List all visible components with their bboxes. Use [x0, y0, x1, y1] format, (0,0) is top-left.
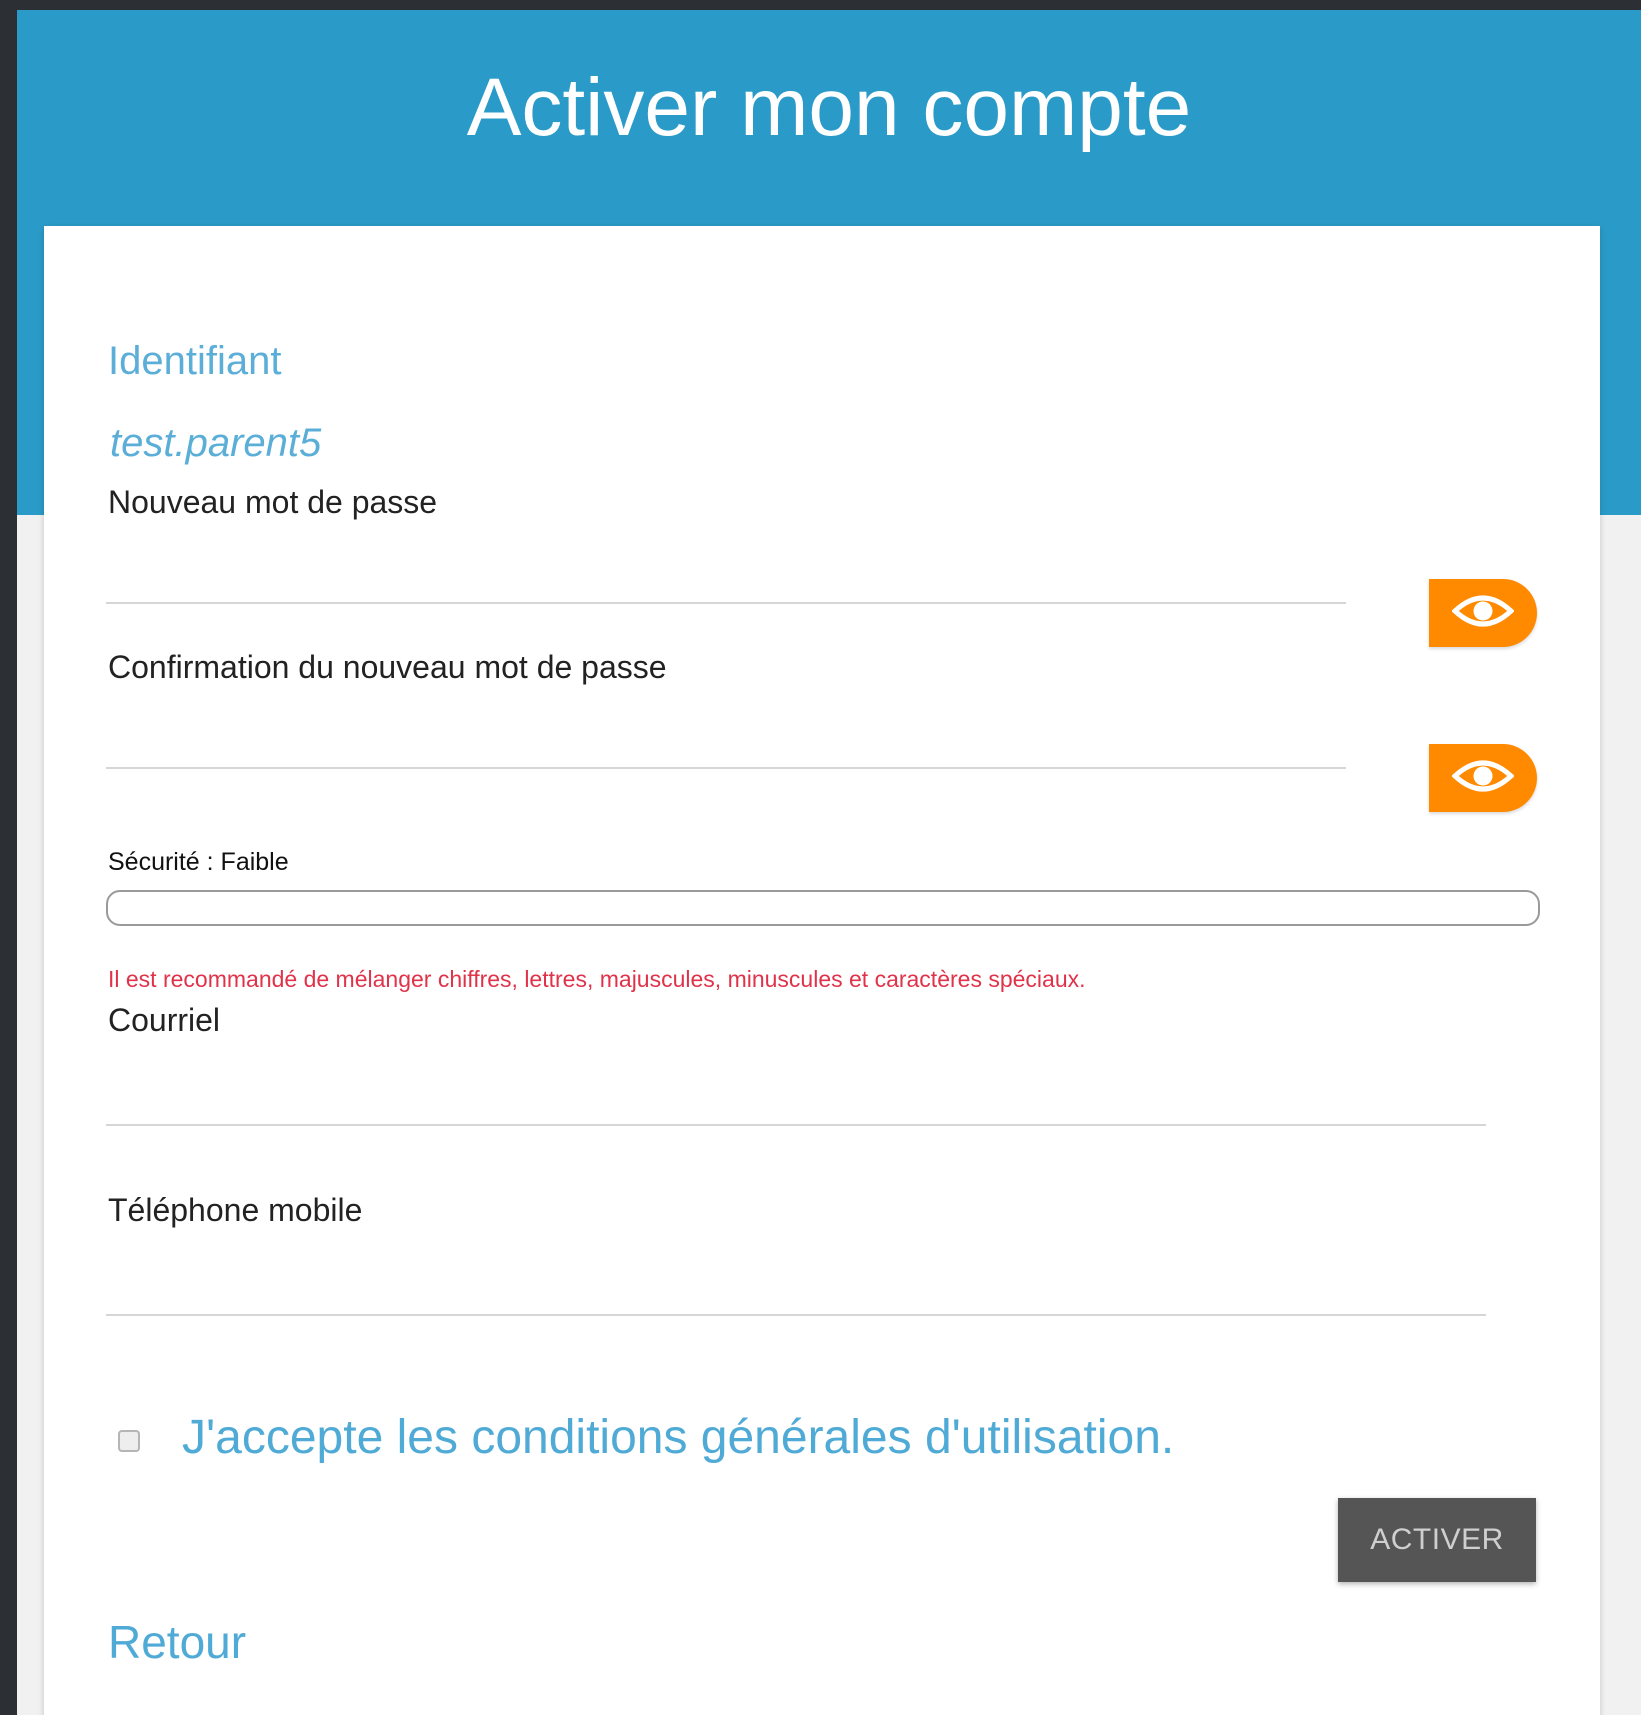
eye-icon — [1451, 591, 1515, 636]
new-password-label: Nouveau mot de passe — [108, 484, 438, 520]
back-link[interactable]: Retour — [108, 1612, 246, 1672]
mobile-phone-label: Téléphone mobile — [108, 1192, 363, 1228]
password-hint: Il est recommandé de mélanger chiffres, … — [108, 966, 1086, 992]
show-confirm-password-button[interactable] — [1429, 744, 1537, 812]
eye-icon — [1451, 756, 1515, 801]
terms-checkbox[interactable] — [118, 1430, 140, 1452]
new-password-underline — [106, 602, 1346, 604]
new-password-field[interactable] — [108, 536, 1344, 596]
confirm-password-underline — [106, 767, 1346, 769]
page-title: Activer mon compte — [466, 62, 1192, 153]
password-strength-label: Sécurité : Faible — [108, 848, 289, 876]
mobile-phone-field[interactable] — [108, 1248, 1484, 1308]
identifier-label: Identifiant — [108, 339, 282, 383]
email-field[interactable] — [108, 1058, 1484, 1118]
page-frame: Activer mon compte Identifiant test.pare… — [17, 10, 1641, 1715]
confirm-password-field[interactable] — [108, 701, 1344, 761]
terms-link[interactable]: J'accepte les conditions générales d'uti… — [182, 1408, 1174, 1468]
email-underline — [106, 1124, 1486, 1126]
activation-card: Identifiant test.parent5 Nouveau mot de … — [44, 226, 1600, 1715]
show-new-password-button[interactable] — [1429, 579, 1537, 647]
identifier-value: test.parent5 — [110, 421, 322, 465]
activate-button[interactable]: ACTIVER — [1338, 1498, 1536, 1582]
email-label: Courriel — [108, 1002, 221, 1038]
confirm-password-label: Confirmation du nouveau mot de passe — [108, 649, 667, 685]
mobile-phone-underline — [106, 1314, 1486, 1316]
password-strength-bar — [106, 890, 1540, 926]
